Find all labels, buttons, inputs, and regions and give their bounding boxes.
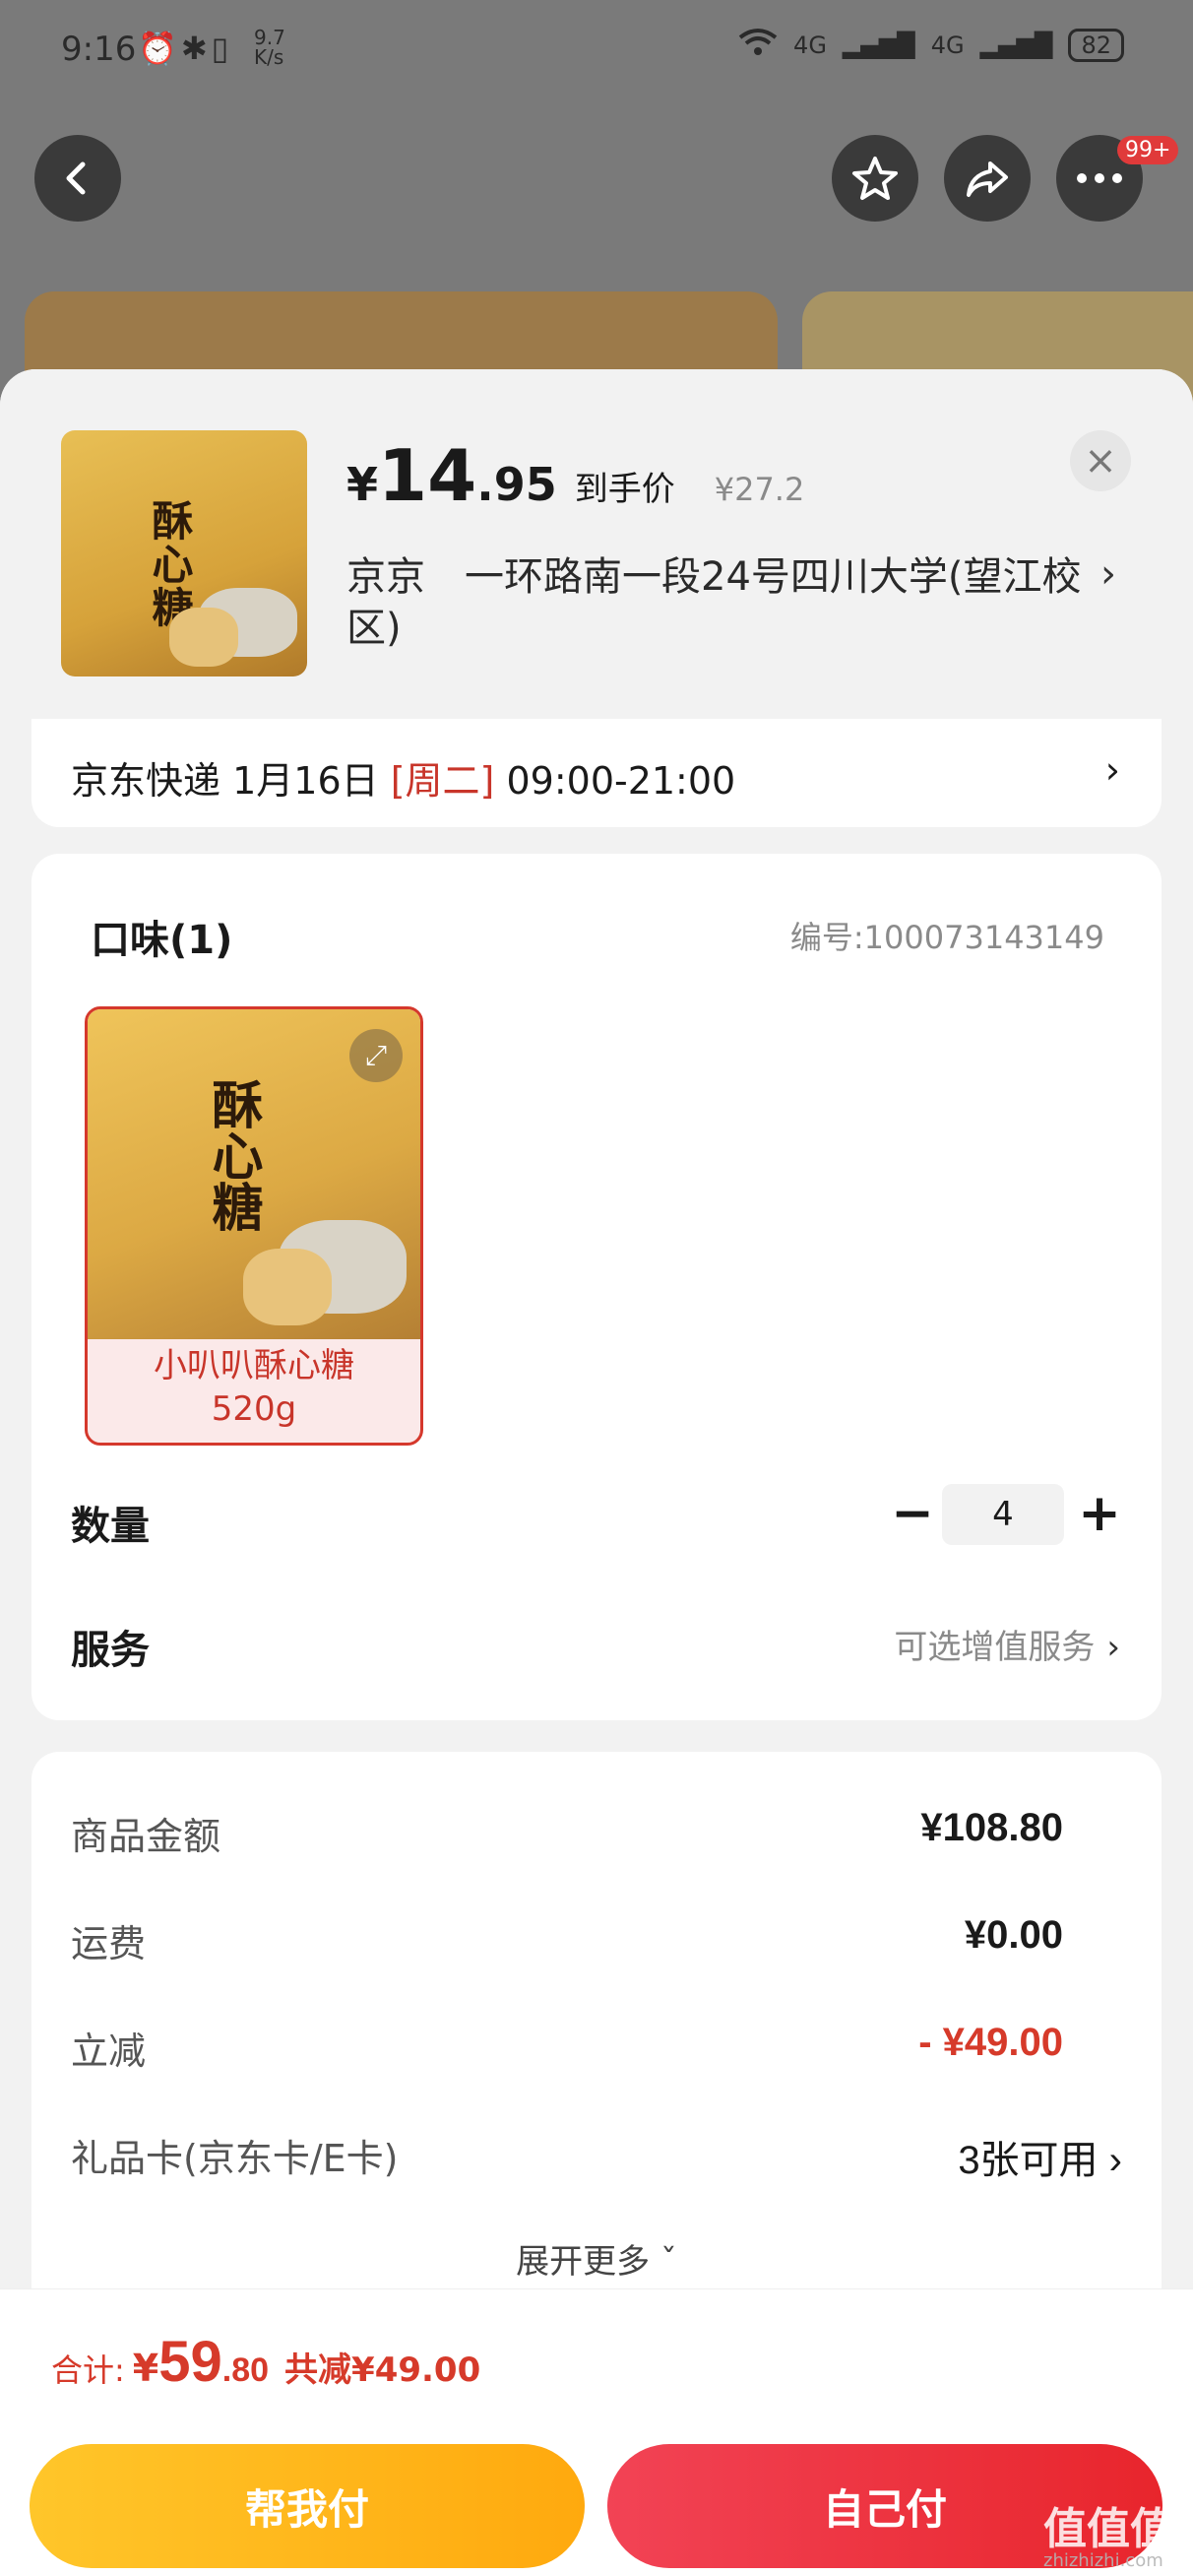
summary-row-goods: 商品金额 ¥108.80 [71, 1806, 1122, 1860]
summary-value: ¥108.80 [920, 1806, 1063, 1849]
watermark-logo: 值值值 [1043, 2504, 1173, 2554]
service-selector[interactable]: 可选增值服务 › [894, 1620, 1120, 1668]
delivery-address[interactable]: 京京 一环路南一段24号四川大学(望江校区) [346, 551, 1134, 654]
total-amount: 合计: ¥ 59 .80 共减¥49.00 [51, 2329, 480, 2395]
service-value: 可选增值服务 [894, 1628, 1096, 1667]
total-currency: ¥ [132, 2347, 159, 2390]
speed-unit: K/s [254, 45, 284, 69]
shipping-carrier: 京东快递 [71, 759, 221, 803]
candy-image-2 [243, 1249, 332, 1325]
summary-label: 礼品卡(京东卡/E卡) [71, 2137, 399, 2180]
back-button[interactable] [34, 135, 121, 222]
status-bar: 9:16 ⏰✱▯ 9.7 K/s 4G ▂▄▆█ 4G ▂▄▆█ 82 [0, 0, 1193, 98]
shipping-time: 09:00-21:00 [506, 759, 736, 803]
signal-bars-icon: ▂▄▆█ [842, 32, 915, 59]
summary-value: ¥0.00 [964, 1913, 1063, 1957]
option-image-text: 酥心糖 [203, 1078, 262, 1232]
status-time: 9:16 [61, 30, 137, 69]
summary-row-discount: 立减 - ¥49.00 [71, 2021, 1122, 2075]
more-dots-icon [1077, 173, 1122, 183]
option-name: 小叭叭酥心糖 [154, 1346, 354, 1385]
total-integer: 59 [158, 2330, 222, 2394]
shipping-row[interactable]: 京东快递 1月16日 [周二] 09:00-21:00 › [31, 719, 1162, 827]
quantity-label: 数量 [71, 1504, 150, 1549]
signal-2: 4G [930, 32, 965, 59]
candy-image-2 [169, 608, 238, 667]
summary-label: 立减 [71, 2029, 147, 2073]
product-thumbnail[interactable]: 酥心糖 [61, 430, 307, 676]
purchase-sheet: 酥心糖 ¥ 14 .95 到手价 ¥27.2 × 京京 一环路南一段24号四川大… [0, 369, 1193, 2576]
flavor-title: 口味(1) [91, 918, 233, 963]
wifi-icon [738, 28, 778, 63]
sku-number: 编号:100073143149 [789, 919, 1104, 956]
quantity-increase-button[interactable]: + [1065, 1479, 1134, 1548]
status-right-icons: 4G ▂▄▆█ 4G ▂▄▆█ 82 [738, 28, 1124, 63]
price-row: ¥ 14 .95 到手价 ¥27.2 [346, 434, 804, 517]
chevron-right-icon: › [1106, 1628, 1120, 1667]
sheet-header: 酥心糖 ¥ 14 .95 到手价 ¥27.2 × 京京 一环路南一段24号四川大… [0, 369, 1193, 719]
original-price: ¥27.2 [714, 471, 805, 508]
shipping-weekday: [周二] [390, 759, 495, 803]
signal-bars-icon-2: ▂▄▆█ [979, 32, 1053, 59]
watermark-url: zhizhizhi.com [1043, 2550, 1163, 2571]
help-pay-button[interactable]: 帮我付 [30, 2444, 585, 2568]
price-summary-card: 商品金额 ¥108.80 运费 ¥0.00 立减 - ¥49.00 礼品卡(京东… [31, 1752, 1162, 2303]
action-bar: 帮我付 自己付 [0, 2426, 1193, 2576]
flavor-option[interactable]: 酥心糖 ⤢ 小叭叭酥心糖 520g [85, 1006, 423, 1446]
expand-more-button[interactable]: 展开更多 ˇ [31, 2234, 1162, 2283]
summary-label: 商品金额 [71, 1815, 221, 1858]
close-icon: × [1084, 438, 1117, 483]
favorite-button[interactable] [832, 135, 918, 222]
summary-label: 运费 [71, 1922, 147, 1965]
chevron-left-icon [66, 161, 86, 195]
total-bar: 合计: ¥ 59 .80 共减¥49.00 [0, 2288, 1193, 2426]
expand-icon[interactable]: ⤢ [349, 1029, 403, 1082]
share-icon [967, 161, 1008, 197]
summary-row-giftcard[interactable]: 礼品卡(京东卡/E卡) 3张可用 › [71, 2128, 1122, 2185]
network-speed: 9.7 K/s [254, 28, 285, 67]
price-label: 到手价 [574, 470, 675, 509]
flavor-card: 口味(1) 编号:100073143149 酥心糖 ⤢ 小叭叭酥心糖 520g … [31, 854, 1162, 1720]
status-notification-icons: ⏰✱▯ [138, 30, 233, 67]
price-currency: ¥ [346, 458, 379, 511]
shipping-date: 1月16日 [232, 759, 379, 803]
summary-row-shipping: 运费 ¥0.00 [71, 1913, 1122, 1967]
summary-value: - ¥49.00 [918, 2021, 1063, 2064]
close-button[interactable]: × [1070, 430, 1131, 491]
total-decimal: .80 [221, 2351, 270, 2389]
summary-value: 3张可用 › [958, 2139, 1122, 2182]
signal-1: 4G [793, 32, 827, 59]
price-integer: 14 [378, 434, 477, 517]
service-label: 服务 [71, 1628, 150, 1673]
flavor-option-label: 小叭叭酥心糖 520g [88, 1344, 420, 1431]
share-button[interactable] [944, 135, 1031, 222]
total-label: 合计: [51, 2351, 125, 2389]
chevron-right-icon: › [1104, 748, 1120, 792]
star-icon [852, 157, 898, 200]
battery-icon: 82 [1068, 29, 1124, 62]
quantity-input[interactable]: 4 [942, 1484, 1064, 1545]
chevron-right-icon: › [1100, 551, 1116, 597]
shipping-info: 京东快递 1月16日 [周二] 09:00-21:00 [71, 750, 735, 805]
total-saved: 共减¥49.00 [284, 2351, 481, 2390]
price-decimal: .95 [476, 458, 557, 511]
quantity-decrease-button[interactable]: − [878, 1479, 947, 1548]
notification-badge: 99+ [1117, 136, 1179, 164]
option-spec: 520g [211, 1389, 297, 1429]
